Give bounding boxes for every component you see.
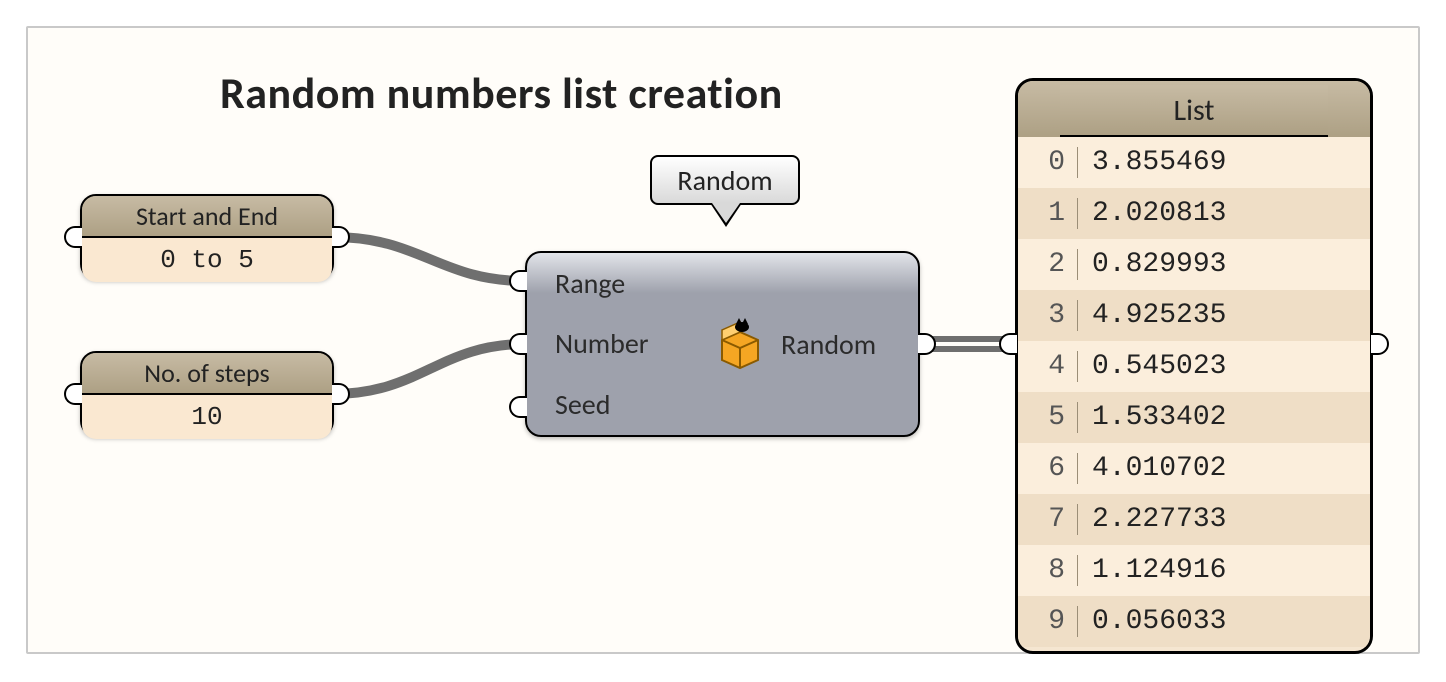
steps-value: 10 [82,395,332,439]
list-header: List [1060,85,1328,137]
random-number-port[interactable] [509,333,527,355]
steps-node[interactable]: No. of steps 10 [80,351,334,437]
list-row: 81.124916 [1018,545,1370,596]
list-panel[interactable]: List 03.855469 12.020813 20.829993 34.92… [1015,78,1373,654]
start-end-header: Start and End [82,196,332,238]
random-in-range: Range [555,266,625,301]
list-row: 90.056033 [1018,596,1370,647]
random-icon [705,253,775,435]
tooltip-pointer [712,203,740,223]
random-component[interactable]: Range Number Seed Random [525,251,920,437]
random-tooltip-label: Random [677,163,772,198]
random-in-number: Number [555,326,649,361]
list-row: 34.925235 [1018,290,1370,341]
list-row: 72.227733 [1018,494,1370,545]
start-end-in-port[interactable] [64,226,82,248]
list-row: 51.533402 [1018,392,1370,443]
steps-header: No. of steps [82,353,332,395]
random-range-port[interactable] [509,270,527,292]
random-in-seed: Seed [555,387,610,422]
steps-in-port[interactable] [64,383,82,405]
list-row: 12.020813 [1018,188,1370,239]
list-row: 03.855469 [1018,137,1370,188]
start-end-node[interactable]: Start and End 0 to 5 [80,194,334,280]
random-tooltip: Random [650,155,800,205]
list-row: 20.829993 [1018,239,1370,290]
list-in-port[interactable] [999,333,1017,355]
diagram-title: Random numbers list creation [220,66,783,120]
random-seed-port[interactable] [509,396,527,418]
start-end-value: 0 to 5 [82,238,332,282]
list-rows: 03.855469 12.020813 20.829993 34.925235 … [1018,137,1370,647]
list-row: 64.010702 [1018,443,1370,494]
random-out-label: Random [781,327,876,362]
list-row: 40.545023 [1018,341,1370,392]
